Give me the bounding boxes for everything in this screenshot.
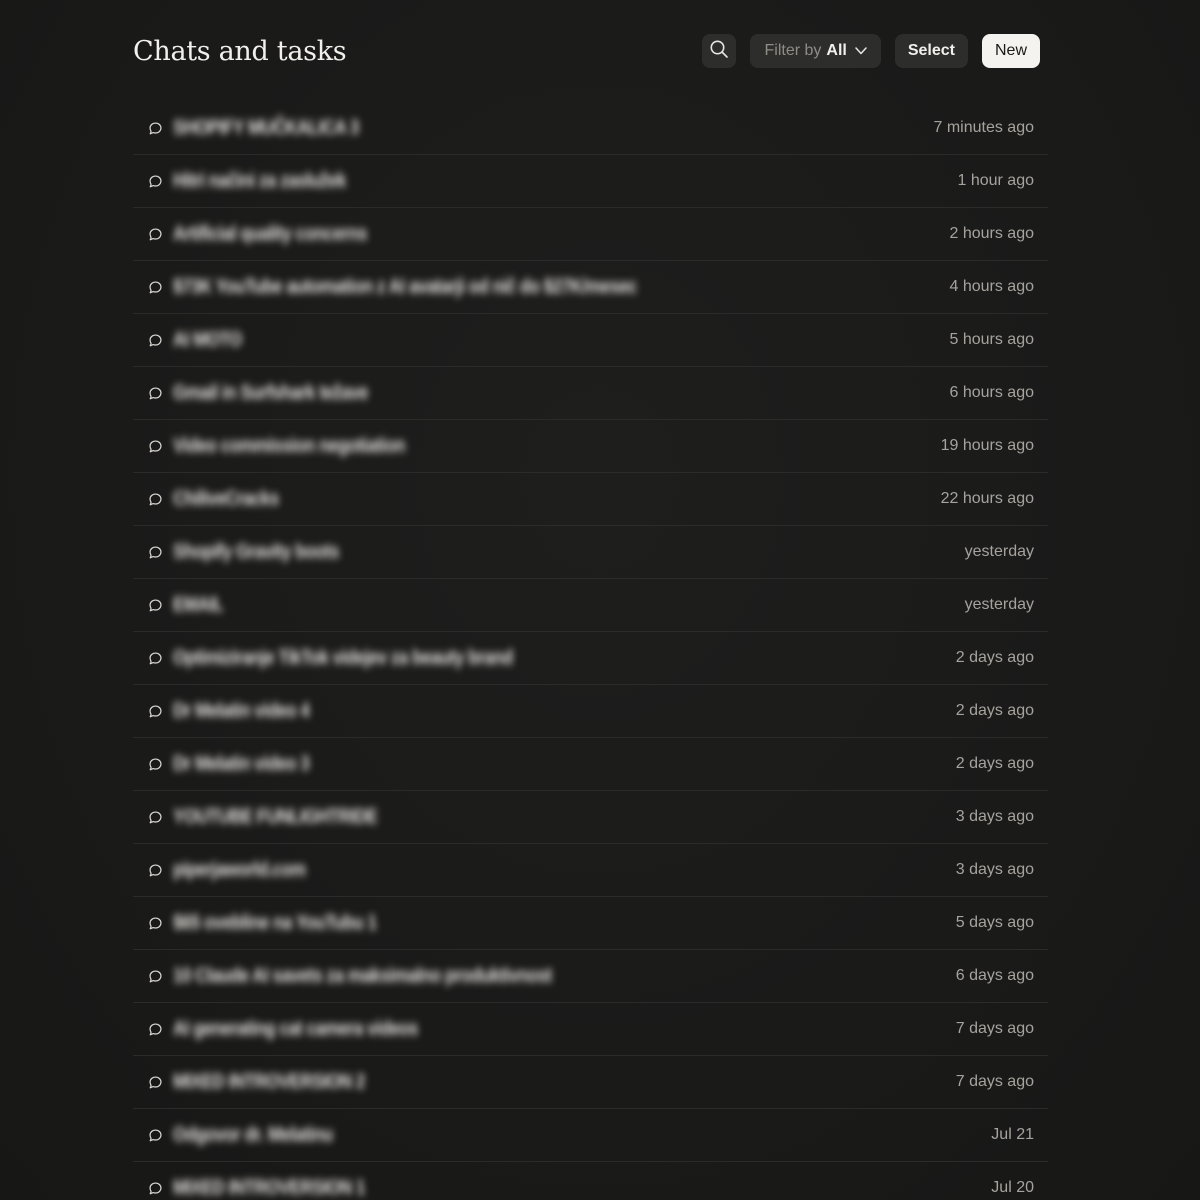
chevron-down-icon — [855, 42, 867, 60]
chat-bubble-icon — [147, 226, 163, 242]
chat-title: Shopify Gravity boots — [173, 540, 339, 563]
chat-title: Hitri načini za zaslužek — [173, 169, 346, 192]
chat-timestamp: 2 days ago — [955, 702, 1034, 719]
chat-timestamp: Jul 21 — [991, 1126, 1034, 1143]
chat-timestamp: 7 days ago — [955, 1073, 1034, 1090]
chat-title: YOUTUBE FUNLIGHTRIDE — [173, 805, 378, 828]
chat-bubble-icon — [147, 862, 163, 878]
search-icon — [709, 39, 729, 64]
chat-timestamp: 7 minutes ago — [933, 119, 1034, 136]
chat-row[interactable]: Dr Melatin video 3 2 days ago — [133, 738, 1048, 791]
chat-title: ChiliveCracks — [173, 487, 279, 510]
chat-bubble-icon — [147, 544, 163, 560]
chat-row[interactable]: EMAIL yesterday — [133, 579, 1048, 632]
page-header: Chats and tasks Filter by All Select New — [133, 30, 1040, 72]
chat-row[interactable]: 10 Claude AI savets za maksimalno produk… — [133, 950, 1048, 1003]
chat-timestamp: 6 days ago — [955, 967, 1034, 984]
chat-row[interactable]: AI MOTO 5 hours ago — [133, 314, 1048, 367]
chat-row[interactable]: $65 ovebline na YouTubu 1 5 days ago — [133, 897, 1048, 950]
chat-row[interactable]: $73K YouTube automation z AI avatarji od… — [133, 261, 1048, 314]
page-title: Chats and tasks — [133, 35, 347, 67]
chat-row[interactable]: AI generating cat camera videos 7 days ag… — [133, 1003, 1048, 1056]
chat-title: AI generating cat camera videos — [173, 1017, 418, 1040]
chat-row[interactable]: SHOPIFY MUČKALICA 3 7 minutes ago — [133, 102, 1048, 155]
chat-row[interactable]: Optimiziranje TikTok videjev za beauty b… — [133, 632, 1048, 685]
chat-row[interactable]: MIXED INTROVERSION 2 7 days ago — [133, 1056, 1048, 1109]
chat-timestamp: 4 hours ago — [949, 278, 1034, 295]
chat-row[interactable]: Hitri načini za zaslužek 1 hour ago — [133, 155, 1048, 208]
chat-bubble-icon — [147, 491, 163, 507]
chat-timestamp: 19 hours ago — [940, 437, 1034, 454]
chat-timestamp: 1 hour ago — [957, 172, 1034, 189]
chat-title: Dr Melatin video 4 — [173, 699, 310, 722]
chat-bubble-icon — [147, 650, 163, 666]
chat-bubble-icon — [147, 968, 163, 984]
new-button[interactable]: New — [981, 34, 1040, 68]
chat-title: piperjaworld.com — [173, 858, 306, 881]
chat-title: Artificial quality concerns — [173, 222, 368, 245]
chat-timestamp: yesterday — [964, 596, 1034, 613]
chat-bubble-icon — [147, 332, 163, 348]
search-button[interactable] — [702, 34, 737, 68]
chat-bubble-icon — [147, 173, 163, 189]
chat-bubble-icon — [147, 756, 163, 772]
chat-list: SHOPIFY MUČKALICA 3 7 minutes ago Hitri na… — [133, 102, 1048, 1200]
chat-timestamp: 5 hours ago — [949, 331, 1034, 348]
chat-timestamp: 7 days ago — [955, 1020, 1034, 1037]
chat-bubble-icon — [147, 279, 163, 295]
chat-title: Dr Melatin video 3 — [173, 752, 310, 775]
chat-row[interactable]: Shopify Gravity boots yesterday — [133, 526, 1048, 579]
chat-row[interactable]: Odgovor dr. Melatinu Jul 21 — [133, 1109, 1048, 1162]
chat-bubble-icon — [147, 1074, 163, 1090]
chat-title: Gmail in Surfshark težave — [173, 381, 369, 404]
chat-timestamp: 22 hours ago — [940, 490, 1034, 507]
chat-timestamp: 3 days ago — [955, 808, 1034, 825]
chat-title: $65 ovebline na YouTubu 1 — [173, 911, 377, 934]
chat-bubble-icon — [147, 703, 163, 719]
chat-title: Video commission negotiation — [173, 434, 405, 457]
chat-timestamp: yesterday — [964, 543, 1034, 560]
chat-title: Optimiziranje TikTok videjev za beauty b… — [173, 646, 513, 669]
chat-timestamp: 6 hours ago — [949, 384, 1034, 401]
chat-bubble-icon — [147, 1127, 163, 1143]
chat-row[interactable]: ChiliveCracks 22 hours ago — [133, 473, 1048, 526]
filter-label: Filter by — [764, 42, 822, 59]
chat-title: SHOPIFY MUČKALICA 3 — [173, 116, 359, 139]
chat-title: Odgovor dr. Melatinu — [173, 1123, 333, 1146]
select-button[interactable]: Select — [894, 34, 968, 68]
chat-timestamp: 2 days ago — [955, 755, 1034, 772]
filter-value: All — [826, 42, 847, 59]
chat-timestamp: 2 days ago — [955, 649, 1034, 666]
chats-page: Chats and tasks Filter by All Select New… — [0, 0, 1200, 1200]
chat-row[interactable]: MIXED INTROVERSION 1 Jul 20 — [133, 1162, 1048, 1200]
chat-bubble-icon — [147, 1180, 163, 1196]
chat-row[interactable]: Dr Melatin video 4 2 days ago — [133, 685, 1048, 738]
chat-title: EMAIL — [173, 593, 224, 616]
chat-bubble-icon — [147, 385, 163, 401]
chat-title: AI MOTO — [173, 328, 242, 351]
chat-bubble-icon — [147, 1021, 163, 1037]
chat-bubble-icon — [147, 438, 163, 454]
chat-timestamp: 3 days ago — [955, 861, 1034, 878]
chat-title: MIXED INTROVERSION 2 — [173, 1070, 365, 1093]
chat-row[interactable]: Gmail in Surfshark težave 6 hours ago — [133, 367, 1048, 420]
chat-bubble-icon — [147, 597, 163, 613]
chat-row[interactable]: Artificial quality concerns 2 hours ago — [133, 208, 1048, 261]
filter-dropdown[interactable]: Filter by All — [750, 34, 881, 68]
chat-title: 10 Claude AI savets za maksimalno produk… — [173, 964, 552, 987]
chat-bubble-icon — [147, 915, 163, 931]
chat-row[interactable]: YOUTUBE FUNLIGHTRIDE 3 days ago — [133, 791, 1048, 844]
chat-title: MIXED INTROVERSION 1 — [173, 1176, 365, 1199]
chat-title: $73K YouTube automation z AI avatarji od… — [173, 275, 637, 298]
chat-bubble-icon — [147, 120, 163, 136]
chat-row[interactable]: Video commission negotiation 19 hours ago — [133, 420, 1048, 473]
chat-timestamp: 2 hours ago — [949, 225, 1034, 242]
chat-timestamp: Jul 20 — [991, 1179, 1034, 1196]
chat-timestamp: 5 days ago — [955, 914, 1034, 931]
chat-bubble-icon — [147, 809, 163, 825]
chat-row[interactable]: piperjaworld.com 3 days ago — [133, 844, 1048, 897]
